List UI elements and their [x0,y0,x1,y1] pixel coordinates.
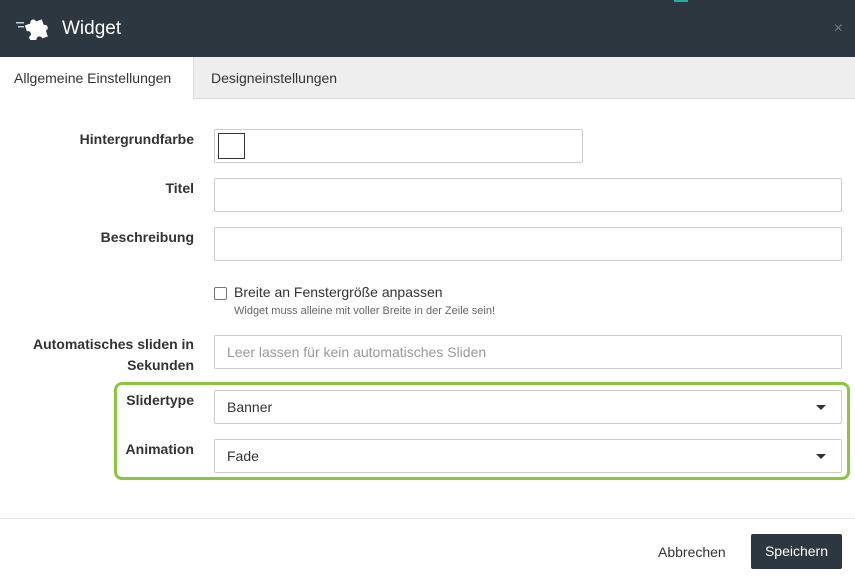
save-button[interactable]: Speichern [751,534,842,569]
color-swatch[interactable] [218,133,245,159]
description-input[interactable] [214,227,842,261]
autoslide-input[interactable]: Leer lassen für kein automatisches Slide… [214,335,842,369]
tab-general-settings[interactable]: Allgemeine Einstellungen [0,57,194,99]
autoslide-label: Automatisches sliden in Sekunden [0,334,194,376]
puzzle-piece-icon [16,16,50,43]
title-label: Titel [165,180,194,196]
modal-title: Widget [62,18,122,39]
autoslide-label-line2: Sekunden [127,357,194,373]
background-color-field[interactable] [214,129,583,163]
autoslide-label-line1: Automatisches sliden in [32,336,194,352]
close-icon[interactable]: × [834,20,843,38]
footer-divider [0,518,855,519]
cancel-button[interactable]: Abbrechen [646,535,738,569]
background-color-label: Hintergrundfarbe [79,131,194,147]
fit-width-label[interactable]: Breite an Fenstergröße anpassen [234,284,443,300]
tab-design-settings[interactable]: Designeinstellungen [197,57,351,99]
fit-width-checkbox[interactable] [214,287,227,300]
highlight-box [114,382,850,480]
fit-width-help: Widget muss alleine mit voller Breite in… [234,305,496,317]
tab-bar: Allgemeine Einstellungen Designeinstellu… [0,57,855,99]
description-label: Beschreibung [100,229,194,245]
title-input[interactable] [214,178,842,212]
background-accent [674,0,688,2]
modal-header: Widget × [0,0,855,57]
